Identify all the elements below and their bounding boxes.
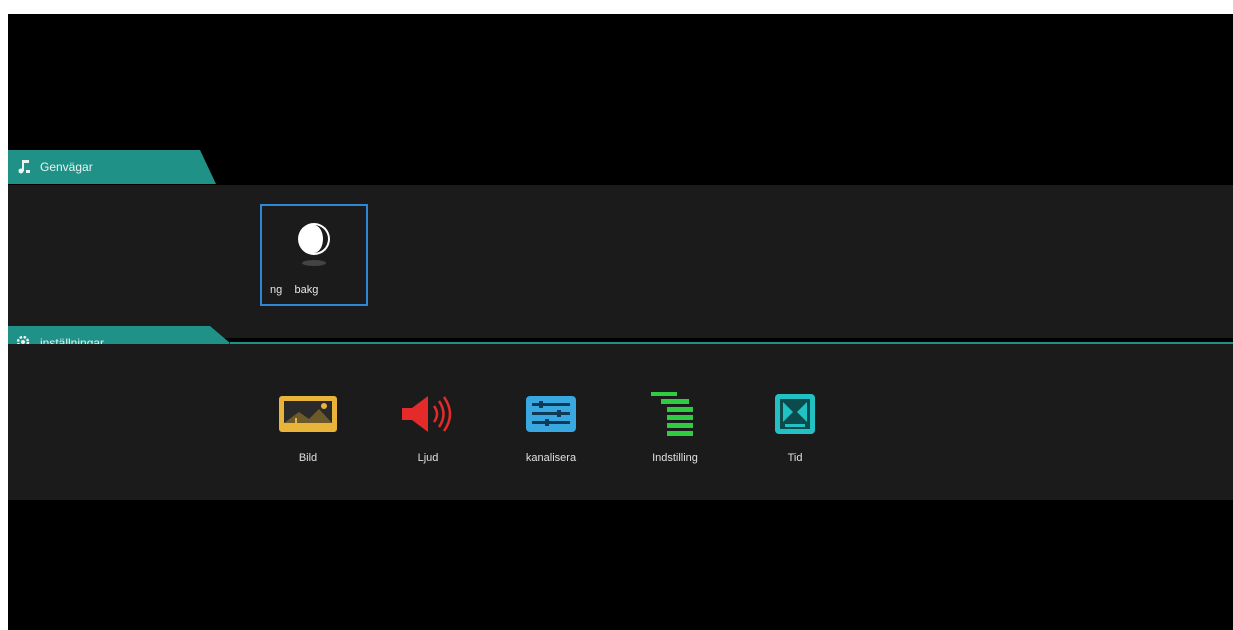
moon-icon <box>298 223 330 266</box>
tab-shortcuts-label: Genvägar <box>40 160 93 174</box>
list-icon <box>651 392 693 436</box>
settings-item-settings[interactable]: Indstilling <box>625 386 725 464</box>
speaker-icon <box>402 396 452 432</box>
shortcut-tile-label: ng bakg <box>270 284 319 296</box>
settings-item-label: Indstilling <box>652 452 698 464</box>
settings-item-picture[interactable]: Bild <box>258 386 358 464</box>
tv-screen: Genvägar ng bakg inställningar Bild Ljud… <box>8 14 1233 630</box>
picture-icon <box>279 396 337 432</box>
shortcut-tile-background[interactable]: ng bakg <box>260 204 368 306</box>
tab-shortcuts[interactable]: Genvägar <box>8 150 216 184</box>
shortcuts-panel <box>8 185 1233 338</box>
settings-item-channel[interactable]: kanalisera <box>501 386 601 464</box>
settings-item-label: Tid <box>787 452 803 464</box>
settings-item-sound[interactable]: Ljud <box>378 386 478 464</box>
settings-panel <box>8 344 1233 500</box>
settings-item-label: Bild <box>298 452 318 464</box>
channel-icon <box>526 396 576 432</box>
settings-item-label: kanalisera <box>525 452 577 464</box>
settings-item-label: Ljud <box>417 452 439 464</box>
music-note-icon <box>16 159 32 175</box>
clock-grid-icon <box>775 394 815 434</box>
settings-item-time[interactable]: Tid <box>745 386 845 464</box>
